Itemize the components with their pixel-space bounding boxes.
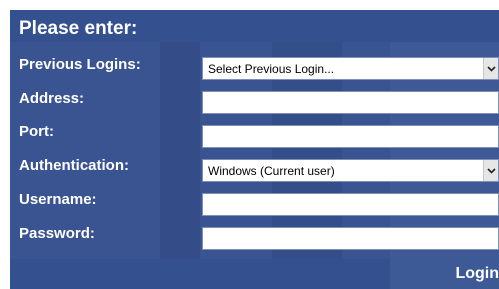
password-field[interactable] xyxy=(202,227,499,250)
chevron-down-icon[interactable] xyxy=(483,160,498,181)
authentication-label: Authentication: xyxy=(19,157,129,174)
chevron-down-icon[interactable] xyxy=(483,58,498,79)
form-title: Please enter: xyxy=(19,18,138,39)
previous-logins-label: Previous Logins: xyxy=(19,56,141,73)
password-label: Password: xyxy=(19,225,95,242)
address-label: Address: xyxy=(19,90,85,107)
address-field[interactable] xyxy=(202,91,499,114)
port-field[interactable] xyxy=(202,125,499,148)
authentication-selected-value: Windows (Current user) xyxy=(208,164,335,178)
background-band xyxy=(160,10,200,289)
previous-logins-select[interactable]: Select Previous Login... xyxy=(202,57,499,80)
username-field[interactable] xyxy=(202,193,499,216)
previous-logins-selected-value: Select Previous Login... xyxy=(208,62,335,76)
port-label: Port: xyxy=(19,123,54,140)
username-label: Username: xyxy=(19,191,97,208)
login-panel: Please enter: Previous Logins: Select Pr… xyxy=(10,10,499,289)
login-button[interactable]: Login xyxy=(390,259,499,289)
authentication-select[interactable]: Windows (Current user) xyxy=(202,159,499,182)
